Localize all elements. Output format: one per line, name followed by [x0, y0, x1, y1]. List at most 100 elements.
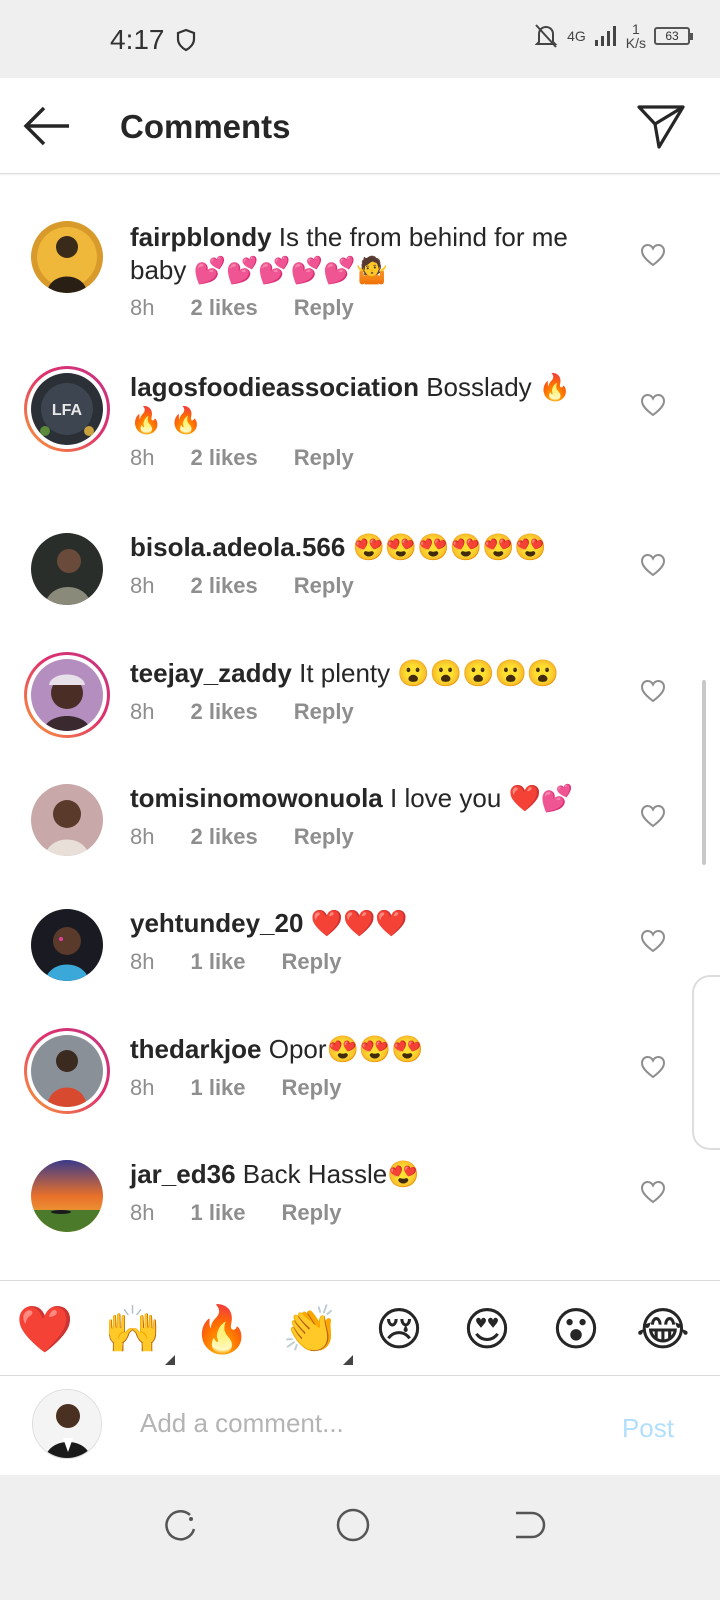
reply-button[interactable]: Reply [282, 1200, 342, 1226]
comment-time: 8h [130, 295, 155, 320]
status-bar: 4:17 4G 1 K/s 63 [0, 0, 720, 78]
shield-icon [176, 28, 196, 52]
comment-text-block: fairpblondy Is the from behind for me ba… [130, 221, 600, 287]
avatar[interactable] [24, 1028, 110, 1114]
comments-list[interactable]: fairpblondy Is the from behind for me ba… [0, 175, 720, 1305]
avatar[interactable]: LFA [24, 366, 110, 452]
avatar[interactable] [31, 533, 103, 605]
comment-time: 8h [130, 949, 155, 974]
reaction-raised-hands-glyph: 🙌 [104, 1302, 162, 1356]
comment-username[interactable]: yehtundey_20 [130, 908, 303, 938]
reply-button[interactable]: Reply [282, 1075, 342, 1101]
reaction-laughing[interactable]: 😂 [633, 1299, 693, 1359]
comment-username[interactable]: teejay_zaddy [130, 658, 292, 688]
recent-apps-icon[interactable] [160, 1505, 200, 1545]
reply-button[interactable]: Reply [294, 573, 354, 599]
avatar[interactable] [24, 652, 110, 738]
comment-username[interactable]: fairpblondy [130, 222, 272, 252]
comment-likes[interactable]: 2 likes [190, 445, 257, 471]
reply-button[interactable]: Reply [294, 295, 354, 321]
comment-text-block: lagosfoodieassociation Bosslady 🔥 🔥 🔥 [130, 371, 600, 437]
comment-time: 8h [130, 1075, 155, 1100]
comment-time: 8h [130, 445, 155, 470]
back-arrow-icon[interactable] [22, 104, 72, 148]
variant-indicator-icon [165, 1355, 175, 1365]
comment-likes[interactable]: 1 like [190, 1200, 245, 1226]
avatar-image [31, 221, 103, 293]
reply-button[interactable]: Reply [282, 949, 342, 975]
avatar[interactable] [31, 1160, 103, 1232]
status-time: 4:17 [110, 24, 165, 55]
heart-icon[interactable] [640, 929, 666, 953]
comment-text-block: bisola.adeola.566 😍😍😍😍😍😍 [130, 531, 600, 564]
comment-meta: 8h 2 likes Reply [130, 699, 390, 725]
comment-username[interactable]: tomisinomowonuola [130, 783, 383, 813]
reply-button[interactable]: Reply [294, 699, 354, 725]
signal-icon [594, 26, 616, 46]
home-icon[interactable] [333, 1505, 373, 1545]
reaction-heart[interactable]: ❤️ [15, 1299, 75, 1359]
comment-input[interactable] [140, 1403, 580, 1443]
heart-icon[interactable] [640, 679, 666, 703]
reply-button[interactable]: Reply [294, 824, 354, 850]
reaction-raised-hands[interactable]: 🙌 [103, 1299, 175, 1365]
comment-likes[interactable]: 2 likes [190, 824, 257, 850]
edge-panel-handle[interactable] [692, 975, 720, 1150]
comment-username[interactable]: lagosfoodieassociation [130, 372, 419, 402]
reaction-crying[interactable]: 😢 [369, 1299, 429, 1359]
heart-icon[interactable] [640, 1055, 666, 1079]
comment-time: 8h [130, 699, 155, 724]
avatar-image [31, 1035, 103, 1107]
comment-text: I love you ❤️💕 [390, 783, 574, 813]
emoji-reaction-bar: ❤️ 🙌 🔥 👏 😢 😍 😮 😂 [0, 1280, 720, 1376]
reaction-clap[interactable]: 👏 [281, 1299, 353, 1365]
comment-meta: 8h 2 likes Reply [130, 445, 390, 471]
comment-text: It plenty 😮😮😮😮😮 [299, 658, 560, 688]
back-nav-icon[interactable] [506, 1505, 546, 1545]
comment-username[interactable]: bisola.adeola.566 [130, 532, 345, 562]
reaction-surprised[interactable]: 😮 [546, 1299, 606, 1359]
comment-username[interactable]: jar_ed36 [130, 1159, 236, 1189]
comment-text-block: yehtundey_20 ❤️❤️❤️ [130, 907, 600, 940]
comment-likes[interactable]: 1 like [190, 1075, 245, 1101]
comment-likes[interactable]: 2 likes [190, 699, 257, 725]
my-avatar [32, 1389, 102, 1459]
avatar[interactable] [31, 784, 103, 856]
comment-meta: 8h 1 like Reply [130, 1075, 377, 1101]
post-button[interactable]: Post [622, 1413, 674, 1444]
comment-composer: Post [0, 1377, 720, 1475]
status-icons: 4G 1 K/s 63 [533, 22, 693, 50]
reaction-fire[interactable]: 🔥 [192, 1299, 252, 1359]
avatar-image [31, 533, 103, 605]
page-title: Comments [120, 108, 291, 145]
comment-meta: 8h 2 likes Reply [130, 295, 390, 321]
comment-text-block: thedarkjoe Opor😍😍😍 [130, 1033, 600, 1066]
avatar-image [31, 909, 103, 981]
network-type: 4G [567, 28, 586, 44]
comment-likes[interactable]: 2 likes [190, 573, 257, 599]
header: Comments [0, 78, 720, 174]
comment-meta: 8h 2 likes Reply [130, 573, 390, 599]
avatar-image: LFA [31, 373, 103, 445]
reply-button[interactable]: Reply [294, 445, 354, 471]
heart-icon[interactable] [640, 393, 666, 417]
comment-likes[interactable]: 2 likes [190, 295, 257, 321]
comment-likes[interactable]: 1 like [190, 949, 245, 975]
heart-icon[interactable] [640, 243, 666, 267]
direct-send-icon[interactable] [636, 102, 686, 150]
heart-icon[interactable] [640, 804, 666, 828]
comment-text: ❤️❤️❤️ [310, 908, 408, 938]
avatar[interactable] [31, 221, 103, 293]
comment-text-block: jar_ed36 Back Hassle😍 [130, 1158, 600, 1191]
variant-indicator-icon [343, 1355, 353, 1365]
comment-meta: 8h 1 like Reply [130, 949, 377, 975]
comment-meta: 8h 2 likes Reply [130, 824, 390, 850]
comment-text: Opor😍😍😍 [268, 1034, 424, 1064]
comment-username[interactable]: thedarkjoe [130, 1034, 262, 1064]
heart-icon[interactable] [640, 553, 666, 577]
battery-icon: 63 [654, 27, 693, 45]
reaction-heart-eyes[interactable]: 😍 [457, 1299, 517, 1359]
scrollbar[interactable] [702, 680, 706, 865]
avatar[interactable] [31, 909, 103, 981]
heart-icon[interactable] [640, 1180, 666, 1204]
